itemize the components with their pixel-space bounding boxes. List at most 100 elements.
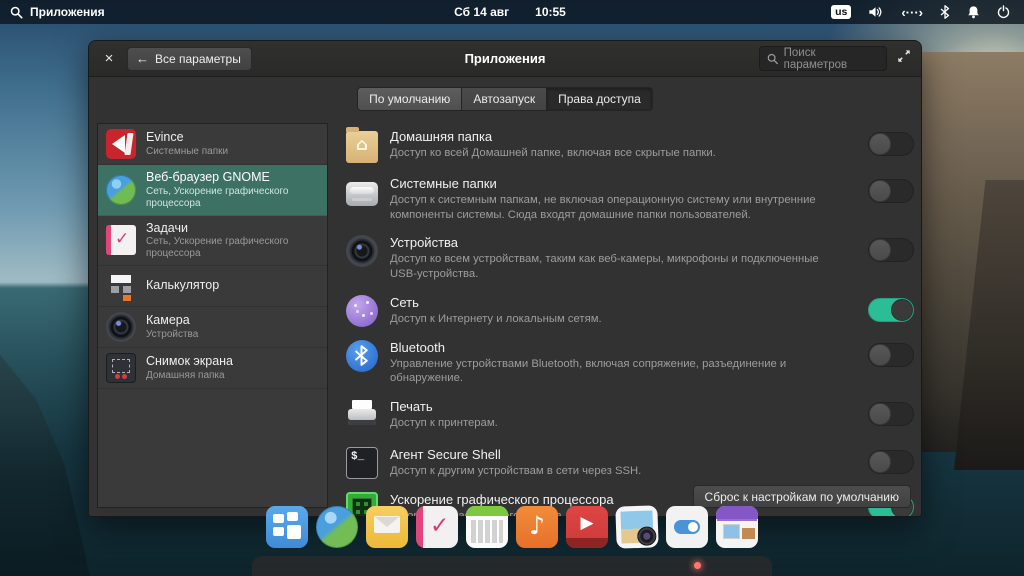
search-icon bbox=[767, 53, 778, 64]
permission-row-6: Агент Secure Shell Доступ к другим устрой… bbox=[338, 441, 914, 486]
sidebar-item-1[interactable]: Веб-браузер GNOME Сеть, Ускорение графиче… bbox=[98, 165, 327, 216]
permission-text: Устройства Доступ ко всем устройствам, та… bbox=[390, 235, 856, 281]
sidebar-item-text: Снимок экрана Домашняя папка bbox=[146, 354, 233, 382]
videos-icon[interactable] bbox=[566, 506, 608, 548]
view-switcher-bar: По умолчанию Автозапуск Права доступа bbox=[89, 77, 921, 121]
toggle-knob bbox=[869, 180, 891, 202]
sidebar-item-0[interactable]: Evince Системные папки bbox=[98, 124, 327, 165]
tab-автозапуск[interactable]: Автозапуск bbox=[462, 87, 548, 111]
running-app-indicator bbox=[694, 562, 701, 569]
permission-description: Доступ к другим устройствам в сети через… bbox=[390, 465, 642, 478]
app-grid-icon[interactable] bbox=[266, 506, 308, 548]
toggle-0[interactable] bbox=[868, 132, 914, 156]
toggle-5[interactable] bbox=[868, 402, 914, 427]
toggle-6[interactable] bbox=[868, 450, 914, 475]
tab-по-умолчанию[interactable]: По умолчанию bbox=[357, 87, 463, 111]
permission-description: Доступ к принтерам. bbox=[390, 417, 498, 430]
permission-description: Доступ к Интернету и локальным сетям. bbox=[390, 312, 602, 325]
bluetooth-icon bbox=[346, 339, 378, 372]
toggle-4[interactable] bbox=[868, 342, 914, 367]
permission-description: Доступ ко всей Домашней папке, включая в… bbox=[390, 147, 716, 159]
power-icon[interactable] bbox=[997, 5, 1010, 19]
permission-title: Сеть bbox=[390, 294, 419, 310]
music-icon[interactable] bbox=[516, 506, 558, 548]
permission-row-1: Системные папки Доступ к системным папкам… bbox=[338, 170, 914, 229]
settings-icon[interactable] bbox=[666, 506, 708, 548]
sidebar-item-4[interactable]: Камера Устройства bbox=[98, 307, 327, 349]
view-switcher: По умолчанию Автозапуск Права доступа bbox=[357, 87, 653, 111]
sidebar-item-3[interactable]: Калькулятор bbox=[98, 266, 327, 308]
app-name: Веб-браузер GNOME bbox=[146, 170, 270, 184]
back-arrow-icon: ← bbox=[136, 51, 149, 66]
fullscreen-toggle-icon[interactable] bbox=[897, 49, 911, 68]
activities-app-menu[interactable]: Приложения bbox=[0, 5, 454, 19]
clock[interactable]: Сб 14 авг 10:55 bbox=[454, 5, 566, 19]
tab-права-доступа[interactable]: Права доступа bbox=[547, 87, 653, 111]
toggle-2[interactable] bbox=[868, 238, 914, 263]
toggle-knob bbox=[869, 451, 891, 474]
permission-description: Управление устройствами Bluetooth, включ… bbox=[390, 357, 787, 385]
permission-text: Системные папки Доступ к системным папкам… bbox=[390, 176, 856, 222]
close-window-button[interactable]: × bbox=[99, 50, 119, 67]
application-list: Evince Системные папки Веб-браузер GNOME Се… bbox=[97, 123, 328, 508]
toggle-knob bbox=[869, 343, 891, 366]
toggle-1[interactable] bbox=[868, 179, 914, 203]
camera-icon bbox=[106, 312, 136, 343]
notifications-bell-icon[interactable] bbox=[967, 5, 980, 19]
evince-icon bbox=[106, 129, 136, 159]
window-content: Evince Системные папки Веб-браузер GNOME Се… bbox=[89, 121, 921, 516]
app-name: Снимок экрана bbox=[146, 354, 234, 369]
software-store-icon[interactable] bbox=[716, 506, 758, 548]
back-button-label: Все параметры bbox=[155, 51, 241, 66]
app-permissions-summary: Системные папки bbox=[146, 145, 229, 157]
app-permissions-summary: Домашняя папка bbox=[146, 370, 225, 382]
headerbar[interactable]: × ← Все параметры Приложения Поиск парам… bbox=[89, 41, 921, 77]
permission-title: Bluetooth bbox=[390, 339, 445, 355]
permission-title: Печать bbox=[390, 399, 433, 415]
date-label: Сб 14 авг bbox=[454, 5, 510, 19]
toggle-knob bbox=[869, 133, 891, 155]
web-browser-icon[interactable] bbox=[316, 506, 358, 548]
mail-icon[interactable] bbox=[366, 506, 408, 548]
network-icon bbox=[346, 294, 378, 327]
photos-icon[interactable] bbox=[615, 505, 659, 549]
sidebar-item-5[interactable]: Снимок экрана Домашняя папка bbox=[98, 348, 327, 390]
permission-text: Сеть Доступ к Интернету и локальным сетям… bbox=[390, 295, 856, 327]
reset-defaults-button[interactable]: Сброс к настройкам по умолчанию bbox=[692, 485, 911, 508]
active-app-name: Приложения bbox=[30, 5, 105, 19]
sidebar-item-text: Evince Системные папки bbox=[146, 130, 228, 158]
permission-row-5: Печать Доступ к принтерам. bbox=[338, 393, 914, 441]
permission-description: Доступ ко всем устройствам, таким как ве… bbox=[390, 253, 819, 281]
sidebar-item-2[interactable]: ЗадачиСеть, Ускорение графического проце… bbox=[98, 216, 327, 267]
sidebar-item-text: Веб-браузер GNOME Сеть, Ускорение графиче… bbox=[146, 170, 319, 210]
devices-icon bbox=[346, 235, 378, 268]
volume-icon[interactable] bbox=[868, 5, 884, 19]
search-icon bbox=[10, 6, 23, 19]
permission-text: Печать Доступ к принтерам. bbox=[390, 399, 856, 431]
sidebar-item-text: Задачи Сеть, Ускорение графического проце… bbox=[146, 221, 319, 261]
toggle-3[interactable] bbox=[868, 297, 914, 322]
permission-title: Агент Secure Shell bbox=[390, 447, 501, 463]
sidebar-item-text: Калькулятор bbox=[146, 278, 219, 294]
permission-text: Агент Secure Shell Доступ к другим устрой… bbox=[390, 447, 856, 479]
all-settings-back-button[interactable]: ← Все параметры bbox=[127, 46, 252, 71]
tasks-icon bbox=[106, 225, 136, 256]
calendar-icon[interactable] bbox=[466, 506, 508, 548]
settings-window: × ← Все параметры Приложения Поиск парам… bbox=[88, 40, 922, 517]
tasks-icon[interactable] bbox=[416, 506, 458, 548]
permission-title: Системные папки bbox=[390, 176, 497, 191]
dock bbox=[266, 505, 758, 549]
keyboard-layout-indicator[interactable]: us bbox=[831, 5, 852, 19]
permission-text: Bluetooth Управление устройствами Bluetoo… bbox=[390, 340, 856, 386]
network-icon[interactable]: ‹···› bbox=[901, 5, 923, 20]
app-permissions-summary: Сеть, Ускорение графического процессора bbox=[146, 236, 289, 260]
permission-row-2: Устройства Доступ ко всем устройствам, та… bbox=[338, 229, 914, 288]
permissions-list: Домашняя папка Доступ ко всей Домашней па… bbox=[338, 123, 914, 516]
web-browser-icon bbox=[106, 174, 136, 205]
time-label: 10:55 bbox=[535, 5, 566, 19]
toggle-knob bbox=[869, 239, 891, 262]
bluetooth-icon[interactable] bbox=[940, 5, 950, 19]
settings-search-input[interactable]: Поиск параметров bbox=[759, 46, 887, 71]
print-icon bbox=[346, 400, 378, 434]
screenshot-icon bbox=[106, 353, 136, 384]
